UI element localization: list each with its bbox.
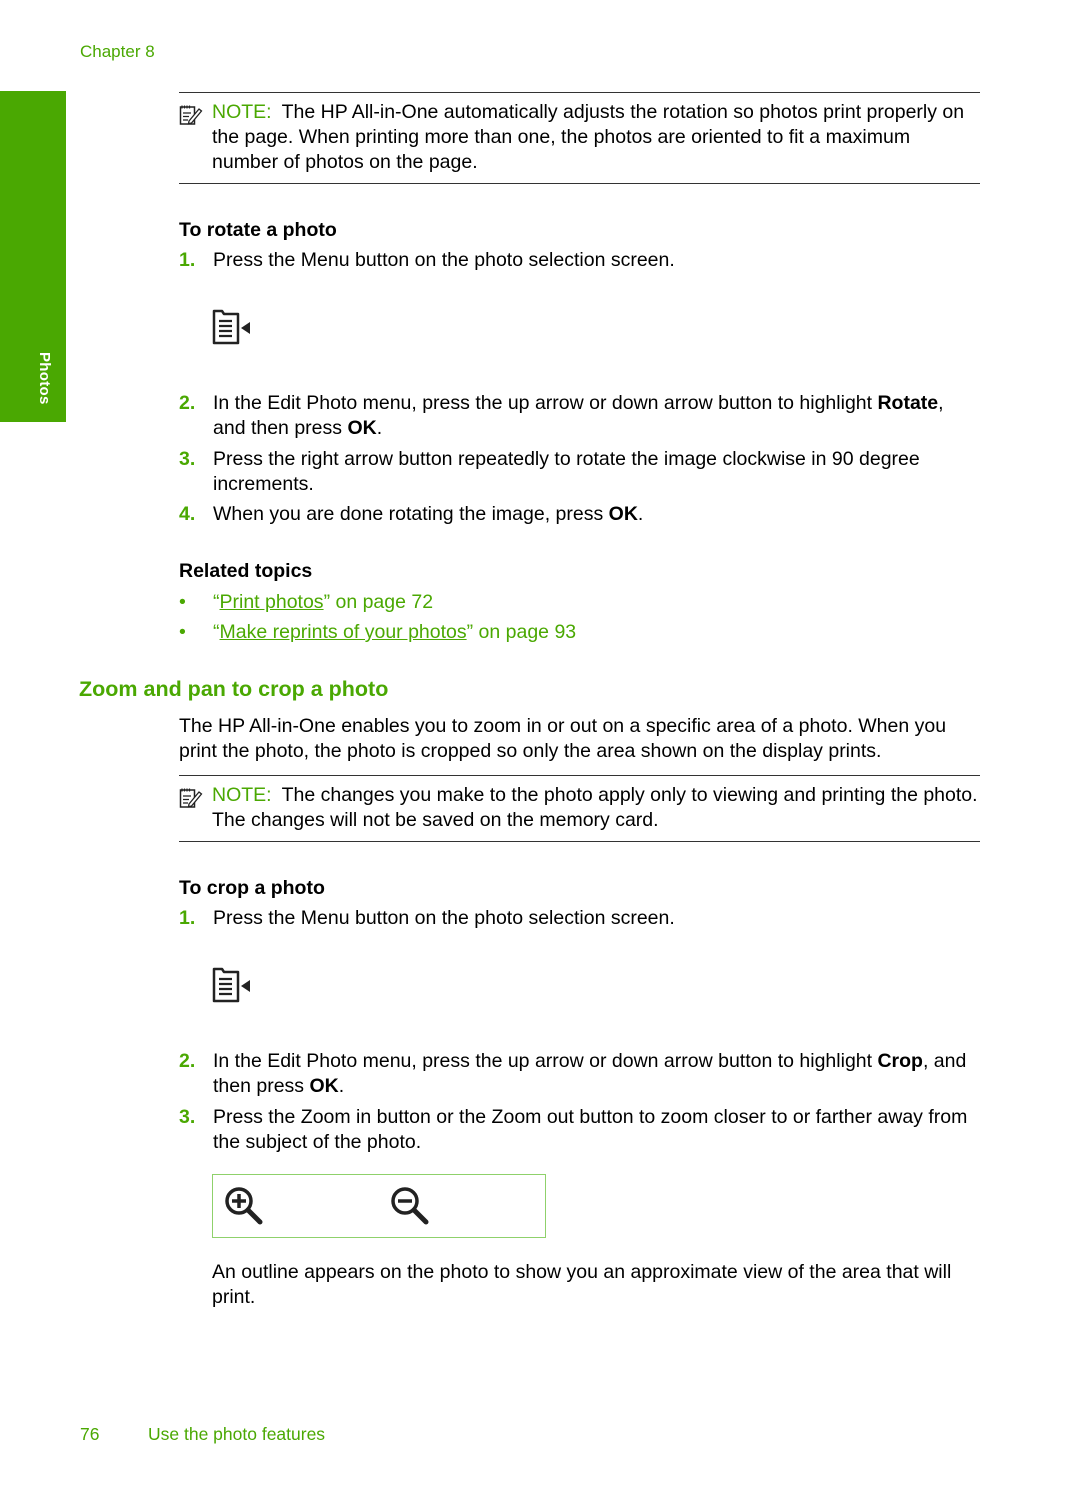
- step-text: In the Edit Photo menu, press the up arr…: [213, 392, 878, 414]
- bullet: •: [179, 621, 186, 643]
- side-tab: [0, 91, 66, 422]
- step-text: When you are done rotating the image, pr…: [213, 503, 609, 525]
- link-print-photos[interactable]: Print photos: [220, 591, 324, 613]
- page-reference: ” on page 72: [323, 591, 434, 613]
- note-label: NOTE:: [212, 784, 272, 806]
- related-topic-item: • “Print photos” on page 72: [179, 590, 433, 615]
- note-box: NOTE: The HP All-in-One automatically adj…: [179, 92, 980, 184]
- step-text: .: [338, 1075, 345, 1097]
- rotate-step-4: 4. When you are done rotating the image,…: [179, 502, 979, 527]
- step-number: 1.: [179, 249, 196, 271]
- side-tab-label: Photos: [36, 352, 53, 405]
- step-number: 3.: [179, 1106, 196, 1128]
- footer-title: Use the photo features: [148, 1424, 326, 1444]
- note-text: The changes you make to the photo apply …: [212, 784, 978, 831]
- chapter-header: Chapter 8: [80, 42, 155, 61]
- link-make-reprints[interactable]: Make reprints of your photos: [220, 621, 467, 643]
- step-number: 1.: [179, 907, 196, 929]
- ui-term-crop: Crop: [877, 1050, 923, 1072]
- step-text: Press the right arrow button repeatedly …: [213, 448, 920, 495]
- procedure-title-rotate: To rotate a photo: [179, 219, 337, 241]
- step-text: In the Edit Photo menu, press the up arr…: [213, 1050, 878, 1072]
- note-text: The HP All-in-One automatically adjusts …: [212, 101, 965, 173]
- step-text: .: [376, 417, 383, 439]
- ui-term-rotate: Rotate: [877, 392, 939, 414]
- zoom-buttons-figure: [212, 1174, 546, 1238]
- section-intro: The HP All-in-One enables you to zoom in…: [179, 715, 947, 762]
- step-number: 3.: [179, 448, 196, 470]
- page-number: 76: [80, 1424, 100, 1444]
- crop-step-2: 2. In the Edit Photo menu, press the up …: [179, 1049, 979, 1099]
- note-label: NOTE:: [212, 101, 272, 123]
- ui-term-ok: OK: [347, 417, 377, 439]
- menu-icon: [212, 309, 250, 345]
- ui-term-ok: OK: [608, 503, 638, 525]
- related-topics-title: Related topics: [179, 560, 313, 582]
- page-reference: ” on page 93: [466, 621, 577, 643]
- step-text: Press the Zoom in button or the Zoom out…: [213, 1106, 968, 1153]
- step-number: 2.: [179, 392, 196, 414]
- rotate-step-2: 2. In the Edit Photo menu, press the up …: [179, 391, 979, 441]
- step-number: 4.: [179, 503, 196, 525]
- zoom-out-icon: [391, 1187, 429, 1225]
- section-title: Zoom and pan to crop a photo: [79, 677, 389, 701]
- note-pencil-icon: [179, 105, 203, 125]
- note-box: NOTE: The changes you make to the photo a…: [179, 775, 980, 842]
- note-pencil-icon: [179, 788, 203, 808]
- bullet: •: [179, 591, 186, 613]
- rotate-step-1: 1. Press the Menu button on the photo se…: [179, 248, 979, 273]
- crop-step-3: 3. Press the Zoom in button or the Zoom …: [179, 1105, 979, 1155]
- step-text: .: [637, 503, 644, 525]
- ui-term-ok: OK: [309, 1075, 339, 1097]
- zoom-in-icon: [225, 1187, 263, 1225]
- step-text: Press the Menu button on the photo selec…: [213, 907, 675, 929]
- related-topic-item: • “Make reprints of your photos” on page…: [179, 620, 576, 645]
- rotate-step-3: 3. Press the right arrow button repeated…: [179, 447, 979, 497]
- step-number: 2.: [179, 1050, 196, 1072]
- procedure-title-crop: To crop a photo: [179, 877, 325, 899]
- step-text: Press the Menu button on the photo selec…: [213, 249, 675, 271]
- crop-step-1: 1. Press the Menu button on the photo se…: [179, 906, 979, 931]
- crop-outro: An outline appears on the photo to show …: [212, 1261, 952, 1308]
- menu-icon: [212, 967, 250, 1003]
